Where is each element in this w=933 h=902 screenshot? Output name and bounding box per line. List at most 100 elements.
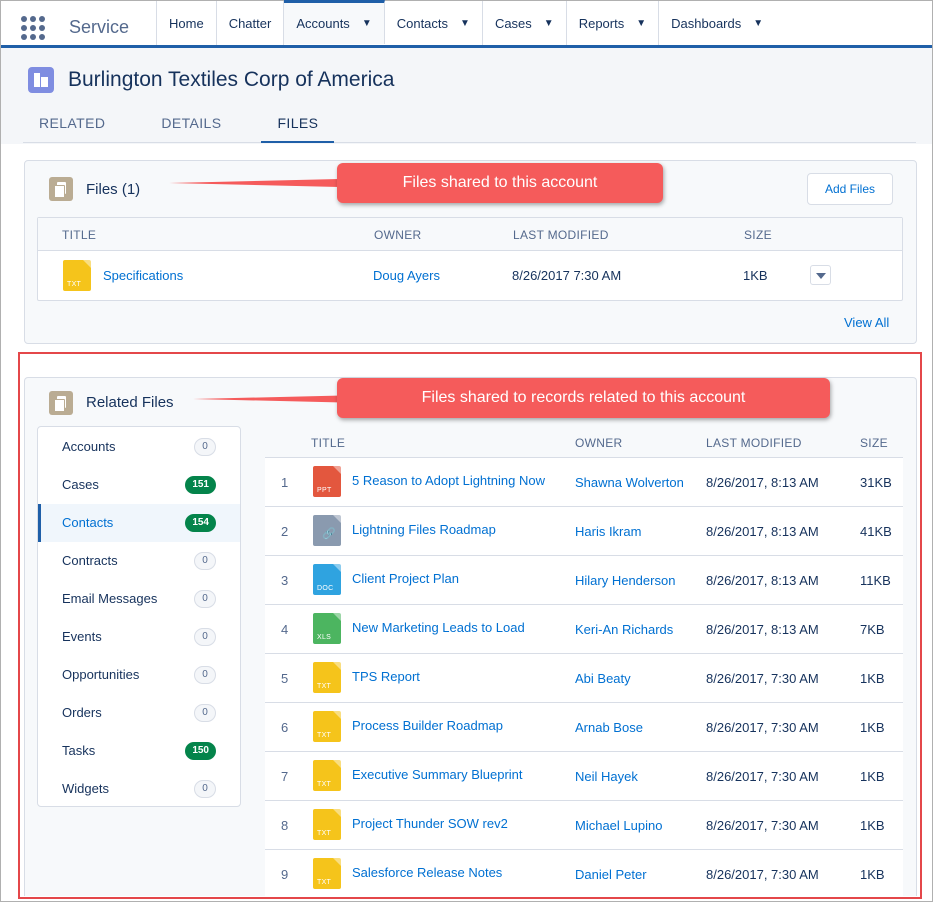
file-owner-link[interactable]: Daniel Peter bbox=[575, 867, 647, 882]
file-title-link[interactable]: TPS Report bbox=[352, 669, 420, 684]
file-title-link[interactable]: Lightning Files Roadmap bbox=[352, 522, 496, 537]
file-title-link[interactable]: Salesforce Release Notes bbox=[352, 865, 502, 880]
file-owner-link[interactable]: Keri-An Richards bbox=[575, 622, 673, 637]
list-item-label: Accounts bbox=[62, 439, 116, 454]
view-all-link[interactable]: View All bbox=[844, 315, 889, 330]
list-item-label: Tasks bbox=[62, 743, 96, 758]
col-owner[interactable]: OWNER bbox=[575, 436, 623, 450]
file-owner-link[interactable]: Haris Ikram bbox=[575, 524, 641, 539]
txt-file-icon: TXT bbox=[313, 858, 341, 889]
row-actions-dropdown[interactable] bbox=[810, 265, 831, 285]
file-owner-link[interactable]: Michael Lupino bbox=[575, 818, 662, 833]
list-item-contacts[interactable]: Contacts 154 bbox=[38, 504, 240, 542]
row-number: 1 bbox=[281, 475, 289, 490]
list-item-orders[interactable]: Orders 0 bbox=[38, 694, 240, 732]
list-item-label: Contacts bbox=[62, 515, 114, 530]
nav-item-dashboards[interactable]: Dashboards ▼ bbox=[659, 1, 775, 45]
tab-details[interactable]: DETAILS bbox=[145, 110, 237, 143]
list-item-events[interactable]: Events 0 bbox=[38, 618, 240, 656]
file-owner-link[interactable]: Hilary Henderson bbox=[575, 573, 675, 588]
table-row[interactable]: 6 TXT Process Builder Roadmap Arnab Bose… bbox=[265, 703, 903, 752]
count-badge: 151 bbox=[185, 476, 216, 494]
list-item-contracts[interactable]: Contracts 0 bbox=[38, 542, 240, 580]
col-last-modified[interactable]: LAST MODIFIED bbox=[513, 228, 609, 242]
tab-files[interactable]: FILES bbox=[261, 110, 335, 143]
table-row[interactable]: 4 XLS New Marketing Leads to Load Keri-A… bbox=[265, 605, 903, 654]
list-item-cases[interactable]: Cases 151 bbox=[38, 466, 240, 504]
files-table: TITLE OWNER LAST MODIFIED SIZE bbox=[37, 217, 903, 301]
file-title-link[interactable]: Client Project Plan bbox=[352, 571, 459, 586]
list-item-email-messages[interactable]: Email Messages 0 bbox=[38, 580, 240, 618]
file-ext: TXT bbox=[317, 732, 332, 739]
table-row[interactable]: 9 TXT Salesforce Release Notes Daniel Pe… bbox=[265, 850, 903, 896]
nav-item-reports[interactable]: Reports ▼ bbox=[567, 1, 660, 45]
file-last-modified: 8/26/2017, 8:13 AM bbox=[706, 475, 819, 490]
row-number: 5 bbox=[281, 671, 289, 686]
file-size: 7KB bbox=[860, 622, 885, 637]
file-last-modified: 8/26/2017, 7:30 AM bbox=[706, 671, 819, 686]
count-badge: 0 bbox=[194, 552, 216, 570]
chevron-down-icon[interactable]: ▼ bbox=[460, 18, 470, 29]
col-title[interactable]: TITLE bbox=[62, 228, 96, 242]
tab-related[interactable]: RELATED bbox=[23, 110, 121, 143]
file-owner-link[interactable]: Arnab Bose bbox=[575, 720, 643, 735]
count-badge: 0 bbox=[194, 438, 216, 456]
list-item-widgets[interactable]: Widgets 0 bbox=[38, 770, 240, 808]
table-row[interactable]: 7 TXT Executive Summary Blueprint Neil H… bbox=[265, 752, 903, 801]
chevron-down-icon[interactable]: ▼ bbox=[362, 18, 372, 29]
nav-item-chatter[interactable]: Chatter bbox=[217, 1, 285, 45]
file-ext: TXT bbox=[317, 683, 332, 690]
file-title-link[interactable]: New Marketing Leads to Load bbox=[352, 620, 525, 635]
table-row[interactable]: 1 PPT 5 Reason to Adopt Lightning Now Sh… bbox=[265, 458, 903, 507]
table-row[interactable]: 2 🔗 Lightning Files Roadmap Haris Ikram … bbox=[265, 507, 903, 556]
col-size[interactable]: SIZE bbox=[744, 228, 772, 242]
related-objects-list: Accounts 0 Cases 151 Contacts 154 Contracts… bbox=[37, 426, 241, 807]
record-header: Burlington Textiles Corp of America RELA… bbox=[1, 48, 932, 144]
chevron-down-icon[interactable]: ▼ bbox=[753, 18, 763, 29]
list-item-accounts[interactable]: Accounts 0 bbox=[38, 428, 240, 466]
files-icon bbox=[49, 177, 73, 201]
file-title-link[interactable]: 5 Reason to Adopt Lightning Now bbox=[352, 473, 545, 488]
file-size: 1KB bbox=[860, 720, 885, 735]
row-number: 9 bbox=[281, 867, 289, 882]
count-badge: 0 bbox=[194, 666, 216, 684]
col-title[interactable]: TITLE bbox=[311, 436, 345, 450]
table-row[interactable]: 5 TXT TPS Report Abi Beaty 8/26/2017, 7:… bbox=[265, 654, 903, 703]
add-files-button[interactable]: Add Files bbox=[807, 173, 893, 205]
file-owner-link[interactable]: Doug Ayers bbox=[373, 268, 440, 283]
file-title-link[interactable]: Process Builder Roadmap bbox=[352, 718, 503, 733]
file-size: 11KB bbox=[860, 573, 891, 588]
count-badge: 154 bbox=[185, 514, 216, 532]
nav-item-cases[interactable]: Cases ▼ bbox=[483, 1, 567, 45]
row-number: 6 bbox=[281, 720, 289, 735]
file-owner-link[interactable]: Abi Beaty bbox=[575, 671, 631, 686]
nav-item-home[interactable]: Home bbox=[157, 1, 217, 45]
file-owner-link[interactable]: Shawna Wolverton bbox=[575, 475, 684, 490]
related-files-title[interactable]: Related Files bbox=[86, 394, 174, 411]
file-last-modified: 8/26/2017, 8:13 AM bbox=[706, 524, 819, 539]
col-owner[interactable]: OWNER bbox=[374, 228, 422, 242]
ppt-file-icon: PPT bbox=[313, 466, 341, 497]
file-owner-link[interactable]: Neil Hayek bbox=[575, 769, 638, 784]
file-last-modified: 8/26/2017, 8:13 AM bbox=[706, 622, 819, 637]
table-row[interactable]: 8 TXT Project Thunder SOW rev2 Michael L… bbox=[265, 801, 903, 850]
nav-item-accounts[interactable]: Accounts ▼ bbox=[284, 0, 385, 44]
file-title-link[interactable]: Executive Summary Blueprint bbox=[352, 767, 523, 782]
row-number: 7 bbox=[281, 769, 289, 784]
list-item-label: Widgets bbox=[62, 781, 109, 796]
files-card-title[interactable]: Files (1) bbox=[86, 181, 140, 198]
nav-label: Reports bbox=[578, 15, 625, 31]
list-item-tasks[interactable]: Tasks 150 bbox=[38, 732, 240, 770]
chevron-down-icon[interactable]: ▼ bbox=[636, 18, 646, 29]
file-title-link[interactable]: Specifications bbox=[103, 268, 183, 283]
file-size: 41KB bbox=[860, 524, 892, 539]
file-title-link[interactable]: Project Thunder SOW rev2 bbox=[352, 816, 508, 831]
file-last-modified: 8/26/2017, 7:30 AM bbox=[706, 867, 819, 882]
col-size[interactable]: SIZE bbox=[860, 436, 888, 450]
app-launcher-icon[interactable] bbox=[21, 8, 55, 42]
chevron-down-icon[interactable]: ▼ bbox=[544, 18, 554, 29]
nav-item-contacts[interactable]: Contacts ▼ bbox=[385, 1, 483, 45]
table-row[interactable]: 3 DOC Client Project Plan Hilary Henders… bbox=[265, 556, 903, 605]
list-item-opportunities[interactable]: Opportunities 0 bbox=[38, 656, 240, 694]
col-last-modified[interactable]: LAST MODIFIED bbox=[706, 436, 802, 450]
